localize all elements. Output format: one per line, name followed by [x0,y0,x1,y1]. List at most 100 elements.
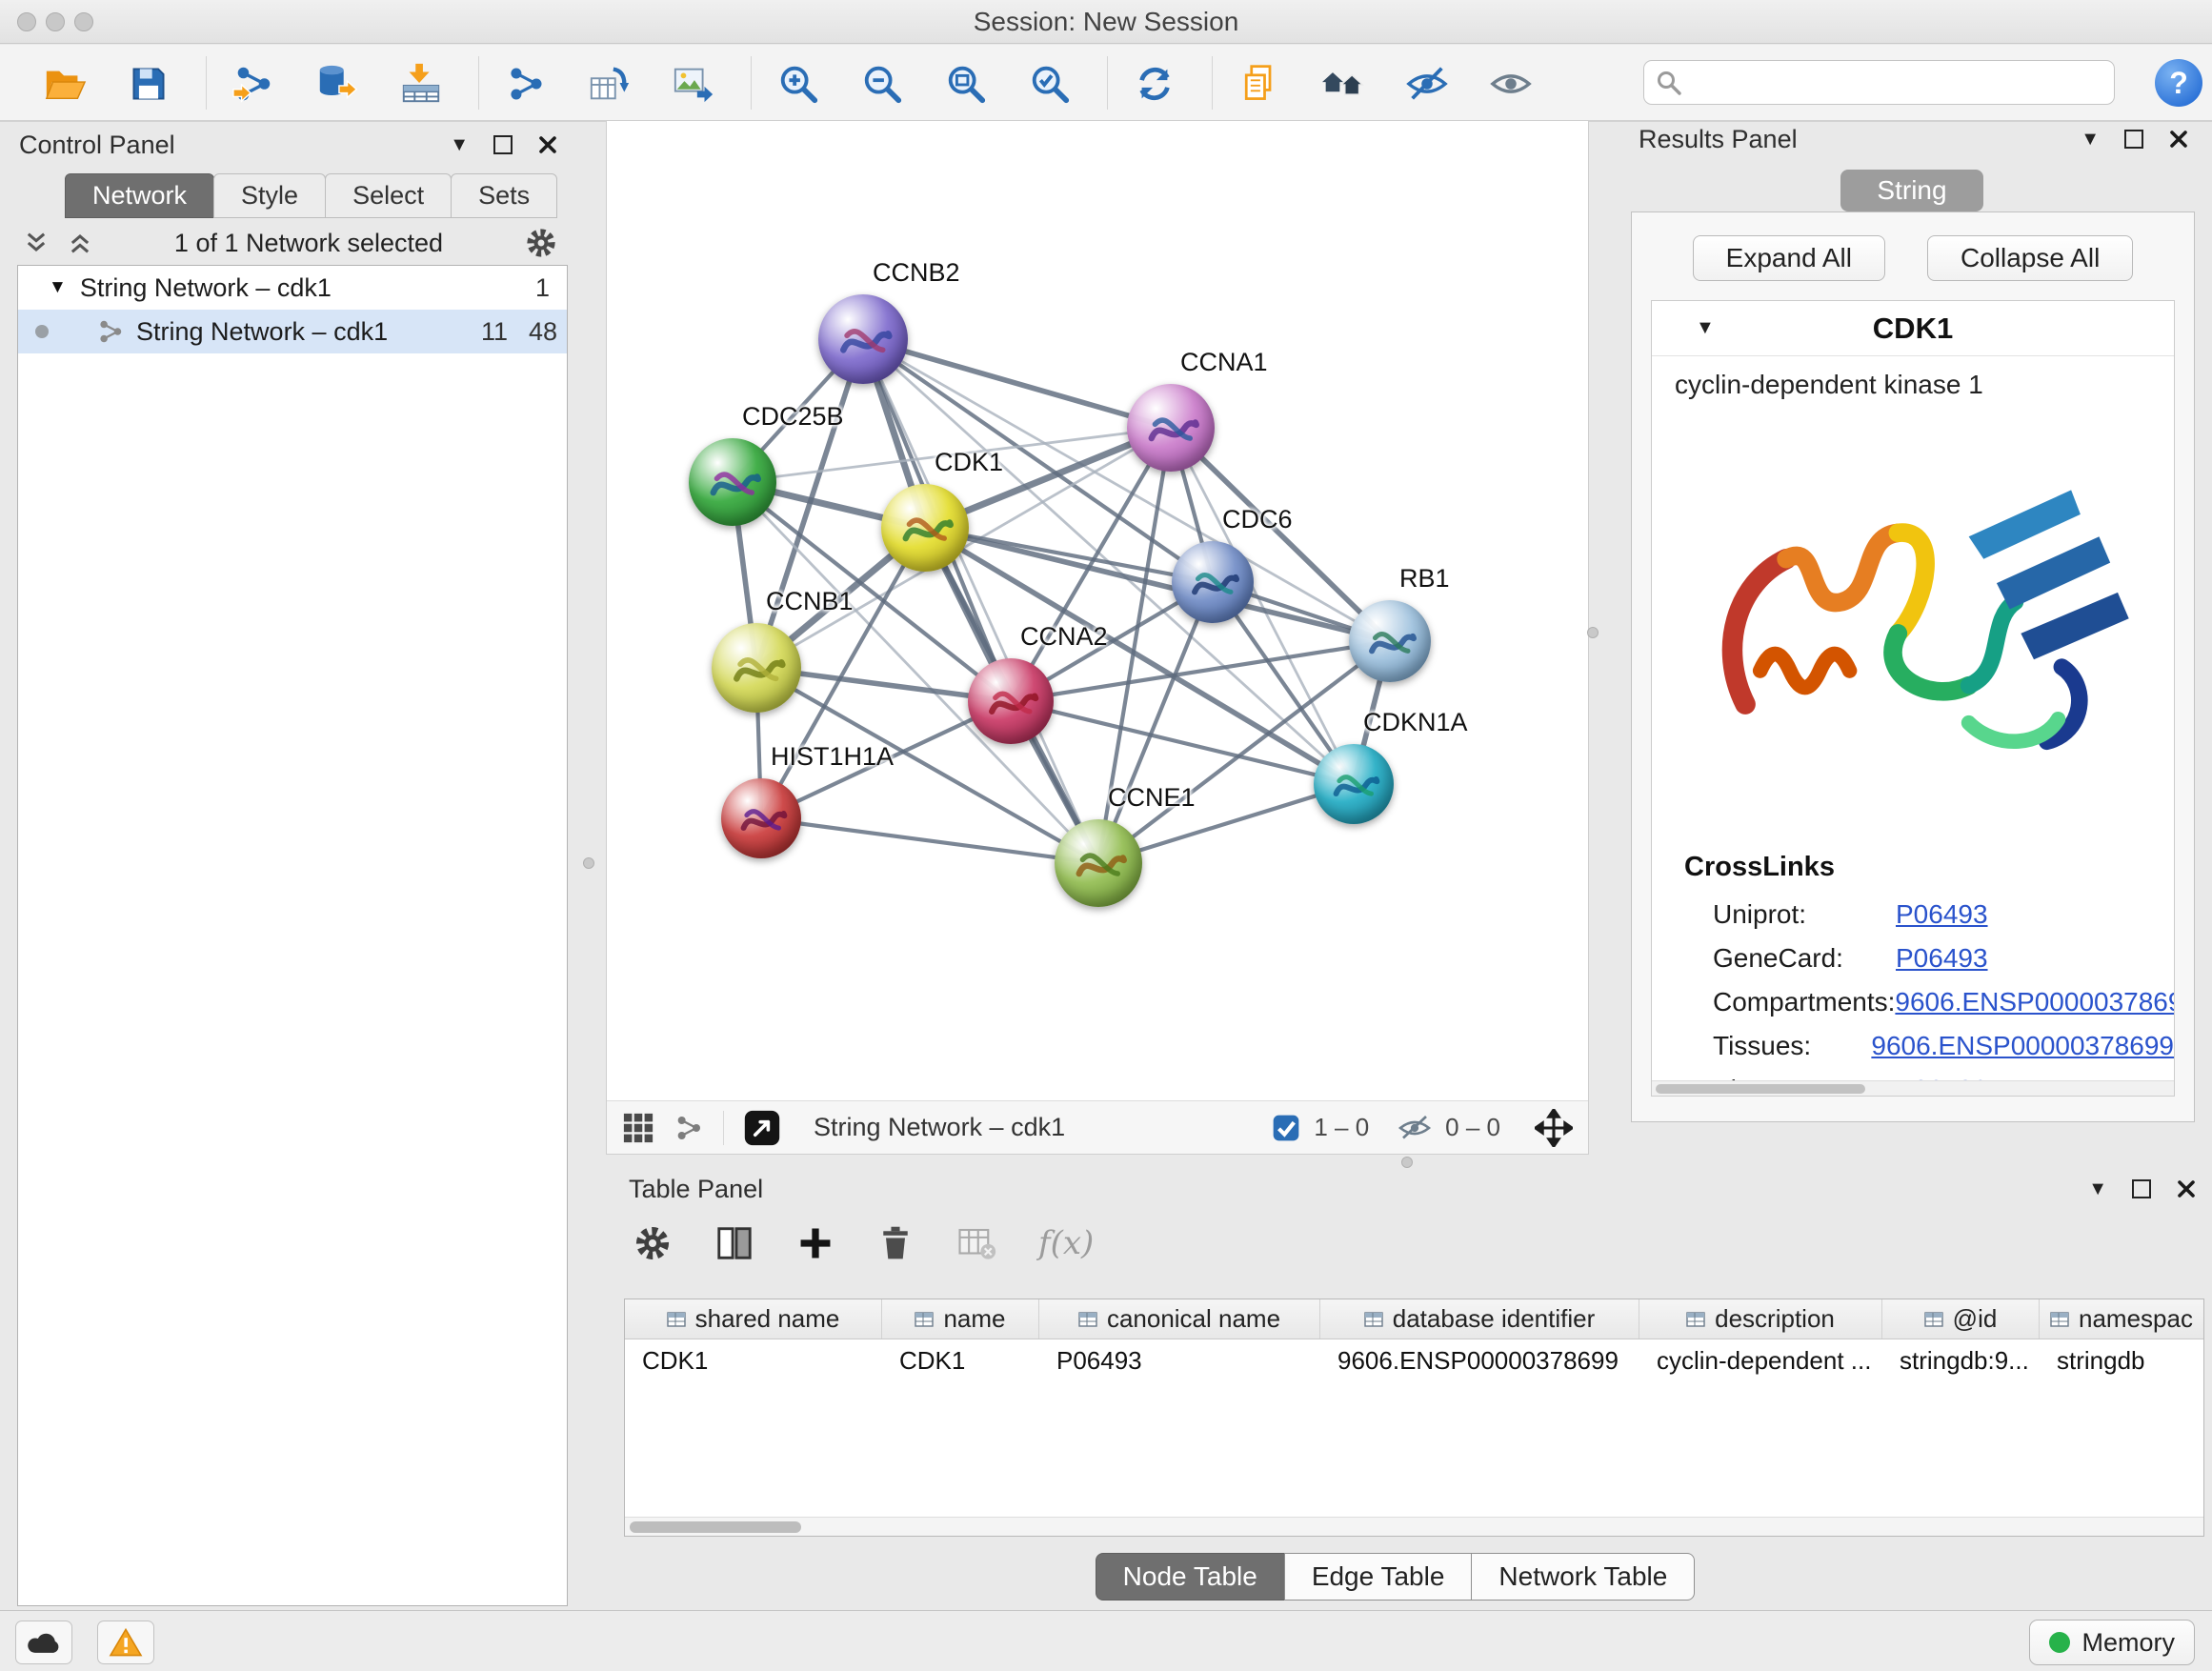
table-cell[interactable]: CDK1 [625,1346,882,1376]
panel-close-icon[interactable] [537,134,558,155]
column-header-database-identifier[interactable]: database identifier [1320,1299,1639,1339]
network-node-CDKN1A[interactable] [1314,744,1394,824]
network-node-CCNB1[interactable] [712,623,801,713]
protein-section-header[interactable]: ▼ CDK1 [1652,301,2174,356]
expand-all-button[interactable]: Expand All [1693,235,1885,281]
crosslink-value-link[interactable]: 9606.ENSP00000378699 [1895,987,2175,1017]
warning-button[interactable] [97,1621,154,1664]
group-nodes-icon[interactable] [1317,57,1370,111]
cloud-button[interactable] [15,1621,72,1664]
memory-button[interactable]: Memory [2029,1620,2195,1665]
search-input[interactable] [1682,68,2114,97]
minimize-window-button[interactable] [46,12,65,31]
panel-float-icon[interactable] [493,135,513,154]
panel-close-icon[interactable] [2176,1178,2197,1199]
crosslink-value-link[interactable]: 9606.ENSP00000378699 [1871,1031,2174,1061]
help-button[interactable]: ? [2155,59,2202,107]
tab-network-table[interactable]: Network Table [1471,1553,1695,1601]
copy-documents-icon[interactable] [1233,57,1286,111]
table-cell[interactable]: P06493 [1039,1346,1320,1376]
column-header-namespac[interactable]: namespac [2040,1299,2204,1339]
pan-tool-icon[interactable] [1535,1109,1573,1147]
table-cell[interactable]: stringdb:9... [1882,1346,2040,1376]
add-column-icon[interactable] [796,1224,835,1262]
network-node-CCNB2[interactable] [818,294,908,384]
grid-view-icon[interactable] [622,1112,654,1144]
toolbar-search[interactable] [1643,60,2115,105]
vertical-splitter-handle[interactable] [1587,627,1599,638]
close-window-button[interactable] [17,12,36,31]
table-scrollbar-thumb[interactable] [630,1521,801,1533]
collapse-tree-icon[interactable] [67,230,93,256]
panel-close-icon[interactable] [2168,129,2189,150]
table-row[interactable]: CDK1CDK1P064939606.ENSP00000378699cyclin… [625,1339,2203,1381]
section-caret-icon[interactable]: ▼ [1696,317,1715,339]
show-all-icon[interactable] [1484,57,1538,111]
zoom-in-icon[interactable] [772,57,825,111]
collapse-all-button[interactable]: Collapse All [1927,235,2133,281]
vertical-splitter-handle[interactable] [583,857,594,869]
collection-caret-icon[interactable]: ▼ [49,277,67,298]
apply-layout-icon[interactable] [1128,57,1181,111]
zoom-selected-icon[interactable] [1023,57,1076,111]
table-cell[interactable]: CDK1 [882,1346,1039,1376]
zoom-window-button[interactable] [74,12,93,31]
import-network-from-database-icon[interactable] [311,57,364,111]
tab-edge-table[interactable]: Edge Table [1284,1553,1473,1601]
birdseye-icon[interactable] [743,1109,781,1147]
network-node-RB1[interactable] [1349,600,1431,682]
network-canvas[interactable]: CCNB2CCNA1CDC25BCDK1CDC6RB1CCNB1CCNA2CDK… [607,121,1588,1100]
new-network-icon[interactable] [499,57,553,111]
delete-column-icon[interactable] [876,1224,915,1262]
column-header-canonical-name[interactable]: canonical name [1039,1299,1320,1339]
network-view[interactable]: CCNB2CCNA1CDC25BCDK1CDC6RB1CCNB1CCNA2CDK… [606,120,1589,1155]
crosslink-value-link[interactable]: P06493 [1896,899,1988,930]
selected-checkbox-icon[interactable] [1272,1114,1300,1142]
open-session-icon[interactable] [38,57,91,111]
zoom-fit-icon[interactable] [939,57,993,111]
column-header-shared-name[interactable]: shared name [625,1299,882,1339]
gear-icon[interactable] [524,226,558,260]
tab-sets[interactable]: Sets [451,173,557,218]
save-session-icon[interactable] [122,57,175,111]
table-cell[interactable]: stringdb [2040,1346,2204,1376]
network-edge-HIST1H1A-CCNE1[interactable] [761,818,1098,863]
tab-style[interactable]: Style [213,173,326,218]
hidden-eye-icon[interactable] [1398,1114,1432,1142]
tree-row-network[interactable]: String Network – cdk1 11 48 [18,310,567,353]
table-cell[interactable]: 9606.ENSP00000378699 [1320,1346,1639,1376]
crosslink-value-link[interactable]: P06493 [1896,943,1988,974]
new-network-table-icon[interactable] [583,57,636,111]
column-header-description[interactable]: description [1639,1299,1882,1339]
panel-float-icon[interactable] [2124,130,2143,149]
export-image-icon[interactable] [667,57,720,111]
results-scrollbar-thumb[interactable] [1656,1084,1865,1094]
column-header-name[interactable]: name [882,1299,1039,1339]
network-node-CDC25B[interactable] [689,438,776,526]
zoom-out-icon[interactable] [855,57,909,111]
tab-node-table[interactable]: Node Table [1096,1553,1285,1601]
network-node-CCNA1[interactable] [1127,384,1215,472]
panel-float-icon[interactable] [2132,1179,2151,1198]
network-edge-CCNB2-CCNA1[interactable] [863,339,1171,428]
results-scrollbar[interactable] [1652,1080,2174,1096]
column-header--id[interactable]: @id [1882,1299,2040,1339]
horizontal-splitter-handle[interactable] [1401,1157,1413,1168]
network-node-CDK1[interactable] [881,484,969,572]
network-node-CDC6[interactable] [1172,541,1254,623]
tab-select[interactable]: Select [325,173,452,218]
network-node-CCNA2[interactable] [968,658,1054,744]
tab-network[interactable]: Network [65,173,214,218]
network-edge-CCNB2-CCNE1[interactable] [863,339,1098,863]
show-columns-icon[interactable] [714,1223,754,1263]
panel-menu-icon[interactable]: ▼ [2088,1178,2107,1200]
import-network-from-file-icon[interactable] [227,57,280,111]
tab-string[interactable]: String [1840,170,1983,211]
table-scrollbar[interactable] [625,1517,2203,1536]
tree-row-collection[interactable]: ▼ String Network – cdk1 1 [18,266,567,310]
panel-menu-icon[interactable]: ▼ [2081,129,2100,151]
expand-tree-icon[interactable] [23,230,50,256]
network-overview-icon[interactable] [674,1113,704,1143]
table-cell[interactable]: cyclin-dependent ... [1639,1346,1882,1376]
panel-menu-icon[interactable]: ▼ [450,134,469,156]
